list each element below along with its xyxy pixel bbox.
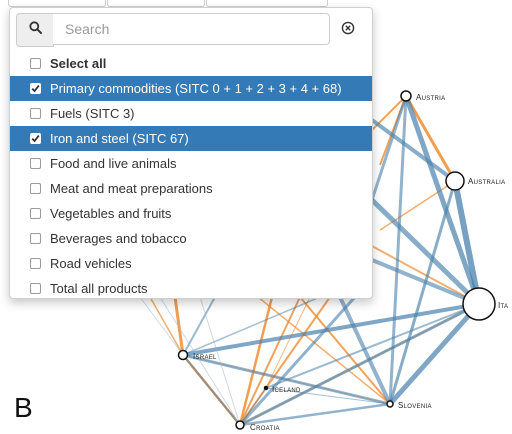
checkbox[interactable] [30, 258, 41, 269]
option-label: Total all products [50, 281, 148, 296]
tab-stub[interactable] [107, 0, 205, 7]
checkbox[interactable] [30, 158, 41, 169]
option-food-and-live-animals[interactable]: Food and live animals [10, 151, 372, 176]
tab-stub[interactable] [8, 0, 106, 7]
option-beverages-and-tobacco[interactable]: Beverages and tobacco [10, 226, 372, 251]
options-list: Select all Primary commodities (SITC 0 +… [10, 51, 372, 301]
option-meat[interactable]: Meat and meat preparations [10, 176, 372, 201]
node-slovenia[interactable] [386, 400, 394, 408]
node-australia[interactable] [445, 171, 465, 191]
edge [239, 302, 480, 427]
node-label-italy: Ita [498, 301, 508, 310]
option-label: Road vehicles [50, 256, 132, 271]
checkbox[interactable] [30, 133, 41, 144]
search-icon [28, 21, 42, 39]
option-label: Primary commodities (SITC 0 + 1 + 2 + 3 … [50, 81, 342, 96]
edge [239, 296, 301, 426]
node-croatia[interactable] [235, 420, 245, 430]
node-label-iceland: Iceland [272, 385, 301, 394]
option-vegetables-and-fruits[interactable]: Vegetables and fruits [10, 201, 372, 226]
node-label-croatia: Croatia [250, 423, 280, 432]
option-select-all[interactable]: Select all [10, 51, 372, 76]
option-label: Select all [50, 56, 107, 71]
option-total-all-products[interactable]: Total all products [10, 276, 372, 301]
edge [182, 296, 321, 356]
checkbox[interactable] [30, 183, 41, 194]
node-label-australia: Australia [468, 177, 505, 186]
edge [159, 296, 241, 426]
option-road-vehicles[interactable]: Road vehicles [10, 251, 372, 276]
edge [338, 296, 392, 405]
node-italy[interactable] [462, 287, 496, 321]
panel-label: B [14, 392, 33, 423]
edge [182, 302, 480, 357]
search-input[interactable] [53, 13, 330, 45]
checkbox[interactable] [30, 283, 41, 294]
option-label: Food and live animals [50, 156, 177, 171]
edge [403, 95, 482, 305]
tab-stub[interactable] [206, 0, 328, 7]
clear-search-button[interactable] [339, 21, 357, 39]
node-label-austria: Austria [416, 93, 445, 102]
node-israel[interactable] [177, 349, 189, 361]
node-austria[interactable] [400, 90, 412, 102]
option-label: Beverages and tobacco [50, 231, 187, 246]
checkbox[interactable] [30, 108, 41, 119]
option-label: Fuels (SITC 3) [50, 106, 135, 121]
edge [265, 303, 480, 389]
node-label-israel: Israel [193, 352, 217, 361]
checkmark-icon [31, 85, 40, 93]
option-fuels[interactable]: Fuels (SITC 3) [10, 101, 372, 126]
search-addon [16, 13, 54, 47]
option-label: Meat and meat preparations [50, 181, 213, 196]
option-primary-commodities[interactable]: Primary commodities (SITC 0 + 1 + 2 + 3 … [10, 76, 372, 101]
checkbox[interactable] [30, 233, 41, 244]
clear-icon [341, 21, 355, 40]
search-row [16, 13, 366, 47]
checkbox[interactable] [30, 58, 41, 69]
checkbox[interactable] [30, 83, 41, 94]
option-iron-and-steel[interactable]: Iron and steel (SITC 67) [10, 126, 372, 151]
checkbox[interactable] [30, 208, 41, 219]
edge [182, 296, 216, 356]
checkmark-icon [31, 135, 40, 143]
option-label: Iron and steel (SITC 67) [50, 131, 189, 146]
node-label-slovenia: Slovenia [398, 401, 432, 410]
option-label: Vegetables and fruits [50, 206, 172, 221]
node-iceland[interactable] [263, 385, 269, 391]
product-filter-dropdown: Select all Primary commodities (SITC 0 +… [9, 7, 373, 299]
